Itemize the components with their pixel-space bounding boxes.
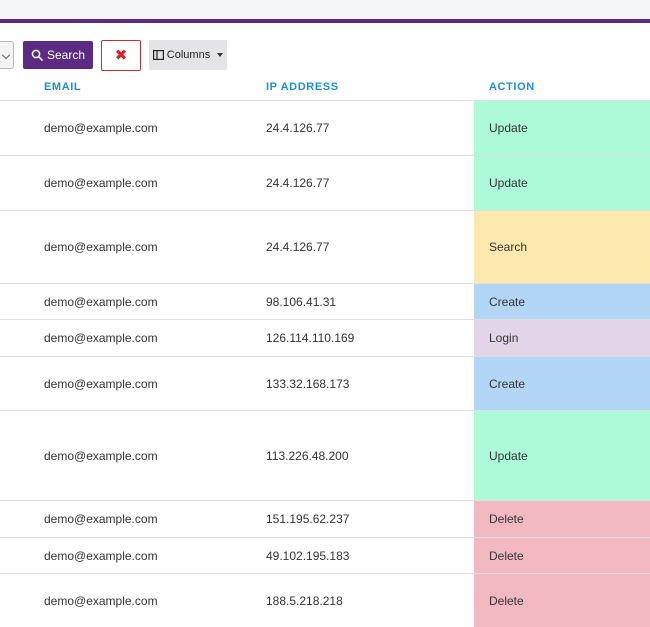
search-icon (31, 49, 43, 61)
cell-email: demo@example.com (44, 294, 158, 309)
cell-action: Delete (474, 538, 650, 573)
cell-ip-address: 133.32.168.173 (266, 376, 350, 391)
accent-stripe (0, 19, 650, 23)
cell-action: Update (474, 411, 650, 500)
toolbar: Search ✖ Columns (0, 40, 650, 71)
action-label: Create (489, 376, 526, 391)
close-icon: ✖ (114, 46, 128, 64)
action-label: Update (489, 448, 528, 463)
columns-button[interactable]: Columns (149, 40, 227, 70)
action-label: Login (489, 331, 519, 345)
table-row[interactable]: demo@example.com 49.102.195.183 Delete (0, 538, 650, 574)
column-header-ip-address[interactable]: IP ADDRESS (266, 81, 339, 93)
cell-ip-address: 151.195.62.237 (266, 512, 350, 526)
search-button[interactable]: Search (23, 41, 93, 69)
cell-ip-address: 188.5.218.218 (266, 593, 343, 608)
table-body: demo@example.com 24.4.126.77 Update demo@ex… (0, 101, 650, 627)
caret-down-icon (217, 53, 224, 57)
action-label: Delete (489, 548, 524, 563)
cell-email: demo@example.com (44, 121, 158, 135)
cell-email: demo@example.com (44, 331, 158, 345)
action-label: Update (489, 121, 528, 135)
table-row[interactable]: demo@example.com 24.4.126.77 Update (0, 101, 650, 156)
cell-email: demo@example.com (44, 593, 158, 608)
column-header-action[interactable]: ACTION (489, 81, 535, 93)
table-row[interactable]: demo@example.com 24.4.126.77 Search (0, 211, 650, 284)
action-label: Delete (489, 593, 524, 608)
table-row[interactable]: demo@example.com 151.195.62.237 Delete (0, 501, 650, 538)
action-label: Create (489, 294, 526, 309)
clear-button[interactable]: ✖ (101, 40, 141, 71)
columns-button-label: Columns (166, 49, 211, 61)
cell-action: Create (474, 357, 650, 410)
action-label: Search (489, 240, 528, 254)
cell-ip-address: 24.4.126.77 (266, 176, 330, 190)
cell-ip-address: 98.106.41.31 (266, 294, 337, 309)
search-button-label: Search (46, 48, 86, 62)
cell-action: Search (474, 211, 650, 283)
cell-ip-address: 113.226.48.200 (266, 448, 349, 463)
cell-email: demo@example.com (44, 240, 158, 254)
activity-table: EMAIL IP ADDRESS ACTION demo@example.com… (0, 72, 650, 627)
cell-ip-address: 126.114.110.169 (266, 331, 355, 345)
table-row[interactable]: demo@example.com 188.5.218.218 Delete (0, 574, 650, 627)
top-bar (0, 0, 650, 19)
cell-ip-address: 24.4.126.77 (266, 121, 330, 135)
cell-action: Delete (474, 574, 650, 627)
column-header-email[interactable]: EMAIL (44, 81, 81, 93)
table-row[interactable]: demo@example.com 24.4.126.77 Update (0, 156, 650, 211)
action-label: Update (489, 176, 528, 190)
cell-email: demo@example.com (44, 376, 158, 391)
columns-icon (152, 50, 164, 60)
chevron-down-icon (1, 50, 11, 60)
cell-action: Create (474, 284, 650, 319)
cell-action: Update (474, 101, 650, 155)
table-header: EMAIL IP ADDRESS ACTION (0, 72, 650, 101)
cell-action: Update (474, 156, 650, 210)
cell-email: demo@example.com (44, 448, 158, 463)
cell-ip-address: 24.4.126.77 (266, 240, 330, 254)
filter-dropdown[interactable] (0, 41, 14, 69)
action-label: Delete (489, 512, 524, 526)
cell-action: Delete (474, 501, 650, 537)
cell-email: demo@example.com (44, 176, 158, 190)
cell-email: demo@example.com (44, 548, 158, 563)
table-row[interactable]: demo@example.com 133.32.168.173 Create (0, 357, 650, 411)
table-row[interactable]: demo@example.com 98.106.41.31 Create (0, 284, 650, 320)
table-row[interactable]: demo@example.com 126.114.110.169 Login (0, 320, 650, 357)
cell-action: Login (474, 320, 650, 356)
cell-ip-address: 49.102.195.183 (266, 548, 350, 563)
cell-email: demo@example.com (44, 512, 158, 526)
table-row[interactable]: demo@example.com 113.226.48.200 Update (0, 411, 650, 501)
